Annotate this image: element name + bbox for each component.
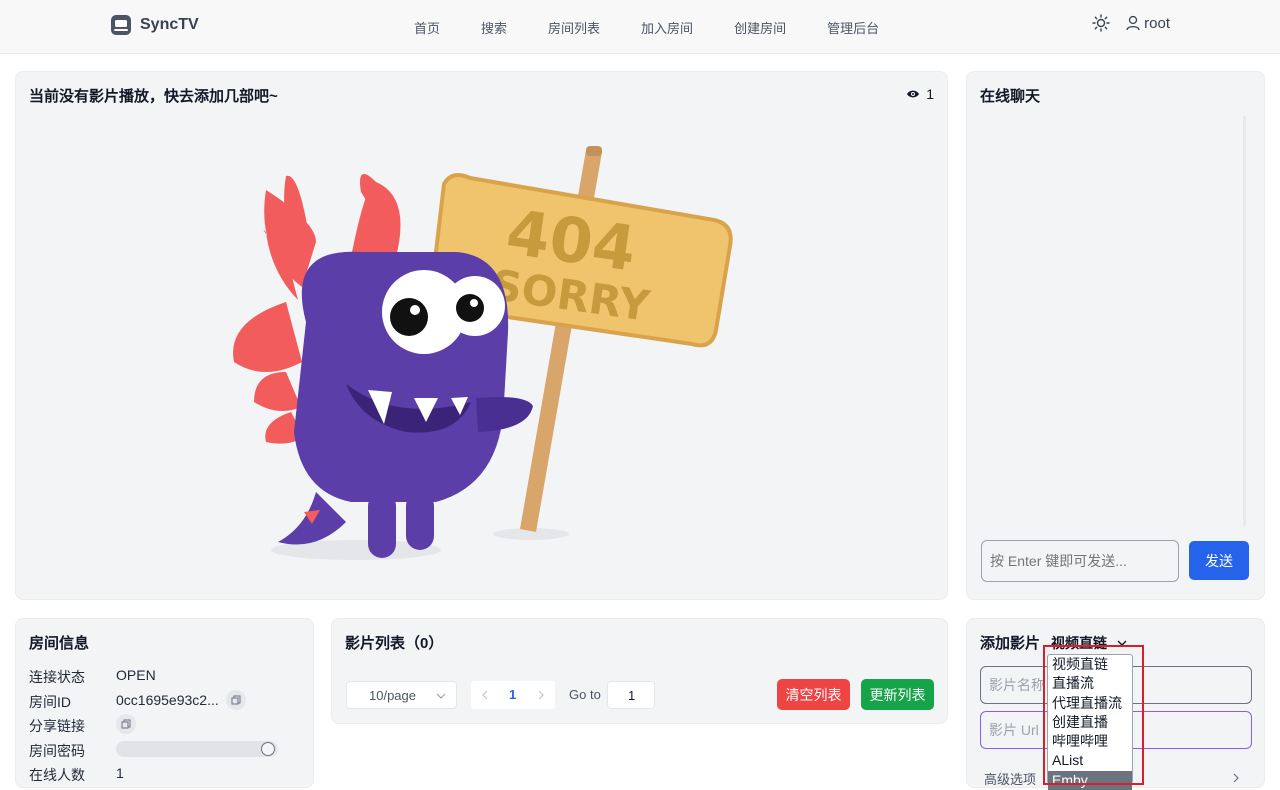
current-page[interactable]: 1 bbox=[509, 687, 516, 702]
room-id-value: 0cc1695e93c2... bbox=[116, 692, 219, 708]
nav-create-room[interactable]: 创建房间 bbox=[734, 18, 786, 37]
copy-icon bbox=[121, 719, 131, 729]
chat-message-area[interactable] bbox=[980, 116, 1252, 526]
chat-title: 在线聊天 bbox=[980, 88, 1041, 105]
toggle-knob bbox=[261, 742, 275, 756]
movie-url-placeholder: 影片 Url bbox=[989, 722, 1039, 738]
movie-list-title: 影片列表（0） bbox=[345, 635, 444, 652]
room-password-label: 房间密码 bbox=[29, 743, 85, 759]
room-password-toggle[interactable] bbox=[116, 741, 278, 757]
404-monster-illustration: 404 SORRY bbox=[233, 146, 733, 560]
page-size-select[interactable]: 10/page bbox=[346, 681, 457, 709]
top-navbar: SyncTV 首页 搜索 房间列表 加入房间 创建房间 管理后台 root bbox=[0, 0, 1280, 54]
copy-share-link-button[interactable] bbox=[116, 714, 136, 734]
copy-room-id-button[interactable] bbox=[226, 690, 246, 710]
share-link-label: 分享链接 bbox=[29, 718, 85, 734]
room-info-card: 房间信息 连接状态 OPEN 房间ID 0cc1695e93c2... 分享链接… bbox=[15, 618, 314, 788]
dropdown-highlight-box bbox=[1043, 645, 1144, 785]
goto-page-value: 1 bbox=[628, 688, 636, 703]
sun-icon[interactable] bbox=[1092, 14, 1110, 32]
nav-home[interactable]: 首页 bbox=[414, 18, 440, 37]
player-card: 当前没有影片播放，快去添加几部吧~ 1 404 SORRY bbox=[15, 71, 948, 600]
chevron-right-icon[interactable] bbox=[1233, 773, 1239, 783]
tv-logo-icon bbox=[111, 15, 131, 35]
user-icon bbox=[1126, 15, 1140, 31]
send-button[interactable]: 发送 bbox=[1189, 541, 1249, 580]
prev-page-icon[interactable] bbox=[481, 690, 489, 700]
online-count-value: 1 bbox=[116, 765, 124, 781]
username: root bbox=[1144, 14, 1170, 32]
update-list-button[interactable]: 更新列表 bbox=[861, 679, 934, 710]
movie-name-placeholder: 影片名称 bbox=[989, 677, 1045, 693]
clear-list-button[interactable]: 清空列表 bbox=[777, 679, 850, 710]
movie-list-card: 影片列表（0） 10/page 1 Go to 1 清空列表 更新列表 bbox=[331, 618, 948, 724]
nav-admin[interactable]: 管理后台 bbox=[827, 18, 879, 37]
chevron-down-icon bbox=[436, 693, 446, 699]
top-right-actions: root bbox=[1092, 14, 1170, 32]
goto-page-input[interactable]: 1 bbox=[607, 681, 655, 709]
chat-message-input[interactable] bbox=[981, 540, 1179, 582]
nav-room-list[interactable]: 房间列表 bbox=[548, 18, 600, 37]
next-page-icon[interactable] bbox=[537, 690, 545, 700]
status-value: OPEN bbox=[116, 667, 156, 683]
nav-search[interactable]: 搜索 bbox=[481, 18, 507, 37]
chat-card: 在线聊天 发送 bbox=[966, 71, 1265, 600]
add-movie-title: 添加影片 bbox=[980, 635, 1041, 652]
advanced-options-label[interactable]: 高级选项 bbox=[984, 769, 1036, 788]
brand-name: SyncTV bbox=[140, 16, 199, 33]
room-id-label: 房间ID bbox=[29, 694, 71, 710]
goto-label: Go to bbox=[569, 687, 601, 702]
chat-scrollbar[interactable] bbox=[1243, 116, 1246, 526]
page-size-value: 10/page bbox=[369, 687, 416, 703]
copy-icon bbox=[231, 695, 241, 705]
room-info-title: 房间信息 bbox=[29, 635, 90, 652]
nav-join-room[interactable]: 加入房间 bbox=[641, 18, 693, 37]
online-count-label: 在线人数 bbox=[29, 767, 85, 783]
status-label: 连接状态 bbox=[29, 669, 85, 685]
user-menu[interactable]: root bbox=[1126, 15, 1170, 32]
pagination: 1 bbox=[471, 681, 555, 709]
main-nav: 首页 搜索 房间列表 加入房间 创建房间 管理后台 bbox=[400, 0, 920, 54]
brand[interactable]: SyncTV bbox=[110, 14, 199, 36]
